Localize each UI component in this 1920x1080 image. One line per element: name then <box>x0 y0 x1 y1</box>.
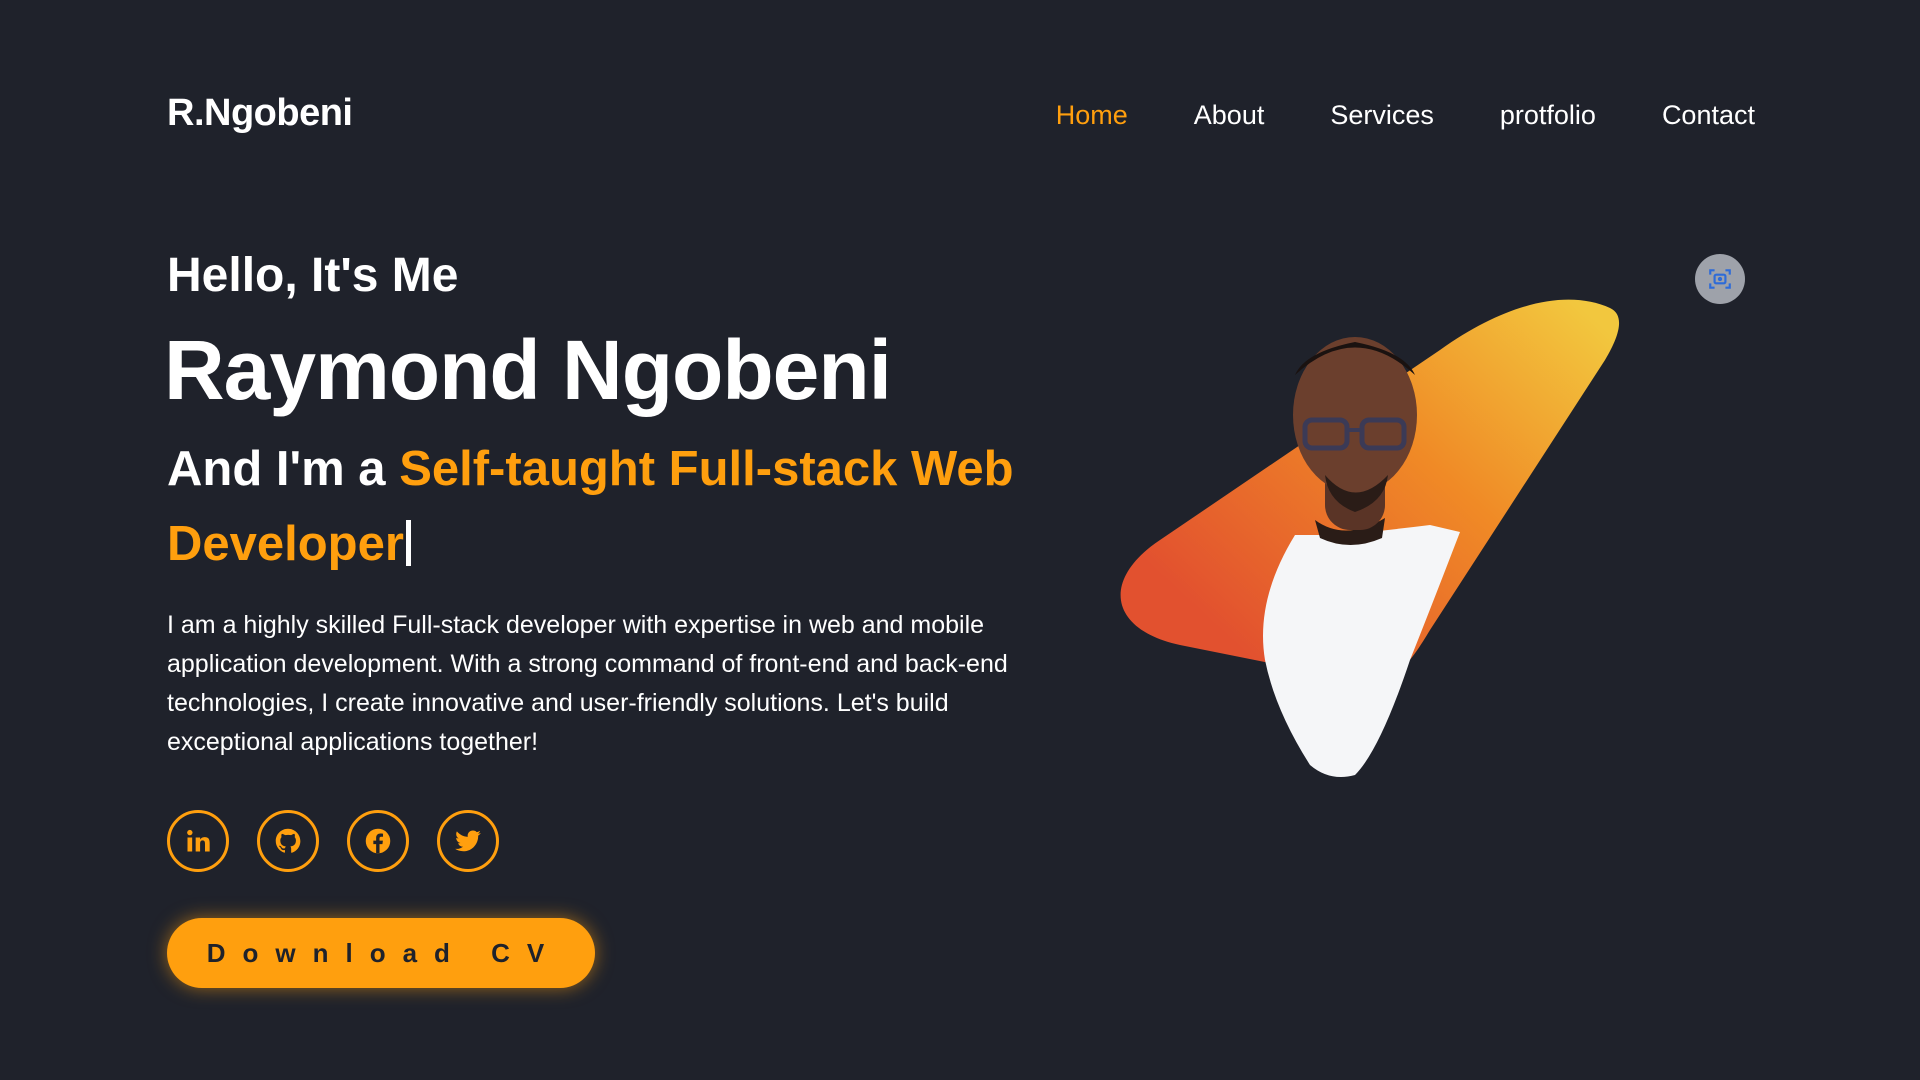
github-link[interactable] <box>257 810 319 872</box>
hero-description: I am a highly skilled Full-stack develop… <box>167 611 1008 756</box>
role-prefix: And I'm a <box>167 442 400 496</box>
download-cv-button[interactable]: Download CV <box>167 918 595 988</box>
main-nav: Home About Services protfolio Contact <box>990 100 1755 131</box>
profile-image <box>1120 299 1620 778</box>
hero-name: Raymond Ngobeni <box>164 323 892 417</box>
twitter-link[interactable] <box>437 810 499 872</box>
facebook-icon <box>365 828 391 854</box>
nav-about[interactable]: About <box>1194 100 1265 131</box>
nav-portfolio[interactable]: protfolio <box>1500 100 1596 131</box>
social-links <box>167 810 527 872</box>
linkedin-icon <box>187 829 210 852</box>
logo[interactable]: R.Ngobeni <box>167 92 353 135</box>
page: R.Ngobeni Home About Services protfolio … <box>0 0 1920 1080</box>
camera-scan-button[interactable] <box>1695 254 1745 304</box>
nav-services[interactable]: Services <box>1330 100 1434 131</box>
twitter-icon <box>455 830 481 852</box>
github-icon <box>275 828 301 853</box>
nav-contact[interactable]: Contact <box>1662 100 1755 131</box>
greeting: Hello, It's Me <box>167 249 459 302</box>
role-line: And I'm a Self-taught Full-stack Web Dev… <box>167 432 1047 582</box>
linkedin-link[interactable] <box>167 810 229 872</box>
facebook-link[interactable] <box>347 810 409 872</box>
camera-scan-icon <box>1709 269 1731 289</box>
nav-home[interactable]: Home <box>1056 100 1128 131</box>
typing-cursor <box>405 520 411 566</box>
